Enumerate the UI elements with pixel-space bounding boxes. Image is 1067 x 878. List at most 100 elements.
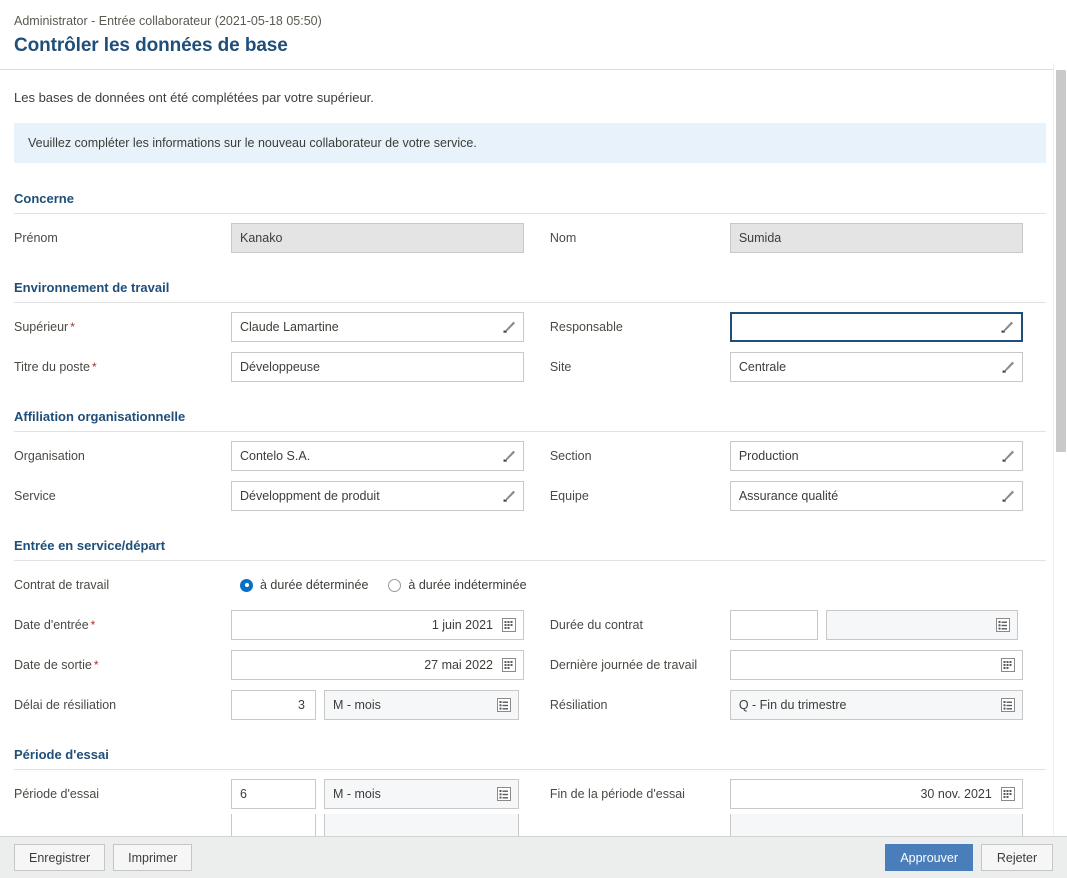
reject-button[interactable]: Rejeter	[981, 844, 1053, 871]
section-title-affiliation: Affiliation organisationnelle	[14, 409, 186, 424]
section-title-concerne: Concerne	[14, 191, 74, 206]
field-duree-contrat-unit[interactable]	[825, 610, 1018, 640]
calendar-icon	[1000, 657, 1016, 673]
value-equipe: Assurance qualité	[738, 489, 839, 503]
form-row-service: Service Développment de produit Equipe A…	[14, 476, 1046, 516]
field-clipped-unit[interactable]	[324, 814, 519, 836]
scrollbar-thumb[interactable]	[1056, 70, 1066, 452]
field-superieur[interactable]: Claude Lamartine	[231, 312, 524, 342]
pencil-icon	[1000, 359, 1016, 375]
vertical-scrollbar[interactable]	[1053, 63, 1067, 836]
pencil-icon	[501, 448, 517, 464]
field-clipped-right[interactable]	[729, 814, 1023, 836]
label-date-entree-text: Date d'entrée	[14, 618, 89, 632]
value-periode-essai-number: 6	[240, 787, 247, 801]
radio-label-duree-determinee: à durée déterminée	[260, 578, 369, 592]
label-contrat: Contrat de travail	[14, 578, 110, 592]
section-title-environnement: Environnement de travail	[14, 280, 170, 295]
form-row-name: Prénom Kanako Nom Sumida	[14, 218, 1046, 258]
field-titre-poste[interactable]: Développeuse	[231, 352, 524, 382]
value-nom: Sumida	[738, 231, 782, 245]
required-marker: *	[91, 360, 97, 374]
label-nom: Nom	[549, 231, 577, 245]
label-responsable: Responsable	[549, 320, 623, 334]
breadcrumb: Administrator - Entrée collaborateur (20…	[14, 14, 322, 28]
label-derniere-journee: Dernière journée de travail	[549, 658, 698, 672]
label-titre-poste-text: Titre du poste	[14, 360, 90, 374]
field-derniere-journee[interactable]	[729, 650, 1023, 680]
radio-group-contrat[interactable]: à durée déterminée à durée indéterminée	[240, 578, 527, 592]
value-fin-periode-essai: 30 nov. 2021	[920, 787, 992, 801]
value-titre-poste: Développeuse	[240, 360, 320, 374]
label-fin-periode-essai: Fin de la période d'essai	[549, 787, 685, 801]
value-periode-essai-unit: M - mois	[333, 787, 381, 801]
label-superieur-text: Supérieur	[14, 320, 69, 334]
section-divider	[14, 560, 1046, 561]
label-date-sortie-text: Date de sortie	[14, 658, 92, 672]
approve-button[interactable]: Approuver	[885, 844, 973, 871]
field-service[interactable]: Développment de produit	[231, 481, 524, 511]
field-date-sortie[interactable]: 27 mai 2022	[231, 650, 524, 680]
label-resiliation: Résiliation	[549, 698, 608, 712]
value-section: Production	[738, 449, 799, 463]
section-divider	[14, 213, 1046, 214]
value-organisation: Contelo S.A.	[240, 449, 311, 463]
label-titre-poste: Titre du poste *	[14, 359, 231, 375]
required-marker: *	[70, 320, 75, 334]
page-header: Administrator - Entrée collaborateur (20…	[0, 0, 1067, 69]
pencil-icon	[501, 488, 517, 504]
required-marker: *	[93, 658, 99, 672]
field-site[interactable]: Centrale	[729, 352, 1023, 382]
radio-option-duree-indeterminee[interactable]: à durée indéterminée	[388, 578, 527, 592]
value-service: Développment de produit	[240, 489, 380, 503]
header-divider	[0, 69, 1067, 70]
field-nom: Sumida	[729, 223, 1023, 253]
radio-indicator-unselected[interactable]	[388, 578, 402, 592]
field-fin-periode-essai[interactable]: 30 nov. 2021	[729, 779, 1023, 809]
field-section[interactable]: Production	[729, 441, 1023, 471]
list-icon	[1000, 697, 1016, 713]
pencil-icon	[999, 319, 1015, 335]
field-delai-resiliation-unit[interactable]: M - mois	[324, 690, 519, 720]
field-date-entree[interactable]: 1 juin 2021	[231, 610, 524, 640]
label-superieur: Supérieur *	[14, 319, 231, 335]
form-row-delai-resiliation: Délai de résiliation 3 M - mois Résiliat…	[14, 685, 1046, 725]
field-delai-resiliation-number[interactable]: 3	[231, 690, 316, 720]
intro-subtext: Les bases de données ont été complétées …	[14, 90, 374, 105]
list-icon	[995, 617, 1011, 633]
page-title: Contrôler les données de base	[14, 35, 288, 56]
save-button[interactable]: Enregistrer	[14, 844, 106, 871]
field-responsable[interactable]	[729, 312, 1023, 342]
radio-label-duree-indeterminee: à durée indéterminée	[408, 578, 527, 592]
field-duree-contrat-number[interactable]	[729, 610, 818, 640]
value-resiliation: Q - Fin du trimestre	[738, 698, 847, 712]
field-clipped-number[interactable]	[231, 814, 316, 836]
form-row-partially-visible	[14, 814, 1046, 836]
footer-action-bar: Enregistrer Imprimer Approuver Rejeter	[0, 836, 1067, 878]
form-row-organisation: Organisation Contelo S.A. Section Produc…	[14, 436, 1046, 476]
label-organisation: Organisation	[14, 449, 85, 463]
form-scroll-area[interactable]: Les bases de données ont été complétées …	[0, 71, 1060, 836]
field-periode-essai-unit[interactable]: M - mois	[324, 779, 519, 809]
form-row-date-entree: Date d'entrée * 1 juin 2021 Durée du cont…	[14, 605, 1046, 645]
value-date-sortie: 27 mai 2022	[424, 658, 493, 672]
value-delai-resiliation-unit: M - mois	[333, 698, 381, 712]
radio-indicator-selected[interactable]	[240, 578, 253, 592]
pencil-icon	[1000, 448, 1016, 464]
form-row-contrat: Contrat de travail à durée déterminée à …	[14, 565, 1046, 605]
field-resiliation[interactable]: Q - Fin du trimestre	[729, 690, 1023, 720]
form-row-periode-essai: Période d'essai 6 M - mois Fin de la pér…	[14, 774, 1046, 814]
label-duree-contrat: Durée du contrat	[549, 618, 643, 632]
form-row-titre-poste: Titre du poste * Développeuse Site Centra…	[14, 347, 1046, 387]
label-delai-resiliation: Délai de résiliation	[14, 698, 117, 712]
print-button[interactable]: Imprimer	[113, 844, 193, 871]
label-prenom: Prénom	[14, 231, 58, 245]
label-periode-essai: Période d'essai	[14, 787, 100, 801]
label-service: Service	[14, 489, 56, 503]
field-organisation[interactable]: Contelo S.A.	[231, 441, 524, 471]
field-periode-essai-number[interactable]: 6	[231, 779, 316, 809]
radio-option-duree-determinee[interactable]: à durée déterminée	[240, 578, 368, 592]
value-delai-resiliation-number: 3	[298, 698, 305, 712]
field-equipe[interactable]: Assurance qualité	[729, 481, 1023, 511]
field-prenom: Kanako	[231, 223, 524, 253]
